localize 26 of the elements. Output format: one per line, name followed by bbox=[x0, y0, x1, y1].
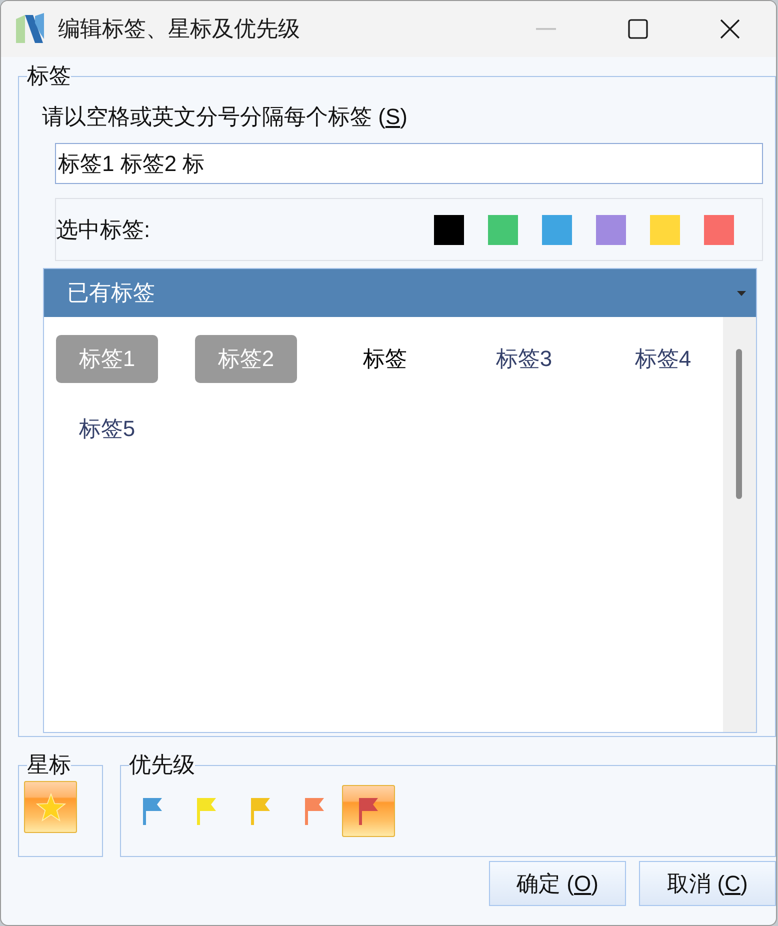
scrollbar-thumb[interactable] bbox=[736, 349, 742, 499]
cancel-button[interactable]: 取消 (C) bbox=[639, 861, 776, 906]
group-title: 标签 bbox=[27, 62, 71, 90]
tag-item[interactable]: 标签3 bbox=[473, 335, 575, 383]
color-swatch-icon[interactable] bbox=[542, 214, 572, 244]
tag-item[interactable]: 标签 bbox=[334, 335, 436, 383]
color-swatch-icon[interactable] bbox=[596, 214, 626, 244]
instruction-label: 请以空格或英文分号分隔每个标签 (S) bbox=[42, 103, 408, 131]
color-swatch-icon[interactable] bbox=[434, 214, 464, 244]
window-title: 编辑标签、星标及优先级 bbox=[58, 15, 300, 43]
existing-tags-header[interactable]: 已有标签 bbox=[44, 269, 756, 317]
group-title: 星标 bbox=[27, 751, 71, 779]
star-icon bbox=[36, 792, 66, 822]
group-title: 优先级 bbox=[129, 751, 195, 779]
ok-button[interactable]: 确定 (O) bbox=[489, 861, 626, 906]
app-logo-icon bbox=[14, 13, 46, 45]
caret-icon bbox=[737, 290, 746, 296]
color-swatch-icon[interactable] bbox=[488, 214, 518, 244]
tag-item[interactable]: 标签5 bbox=[56, 405, 158, 453]
tag-item[interactable]: 标签4 bbox=[612, 335, 714, 383]
color-swatch-icon[interactable] bbox=[650, 214, 680, 244]
priority-flag-button[interactable] bbox=[342, 785, 395, 837]
selected-tags-label: 选中标签: bbox=[56, 216, 150, 244]
star-button[interactable] bbox=[24, 781, 77, 833]
tag-input-field[interactable]: 标签1 标签2 标 bbox=[55, 143, 763, 184]
color-swatch-icon[interactable] bbox=[704, 214, 734, 244]
